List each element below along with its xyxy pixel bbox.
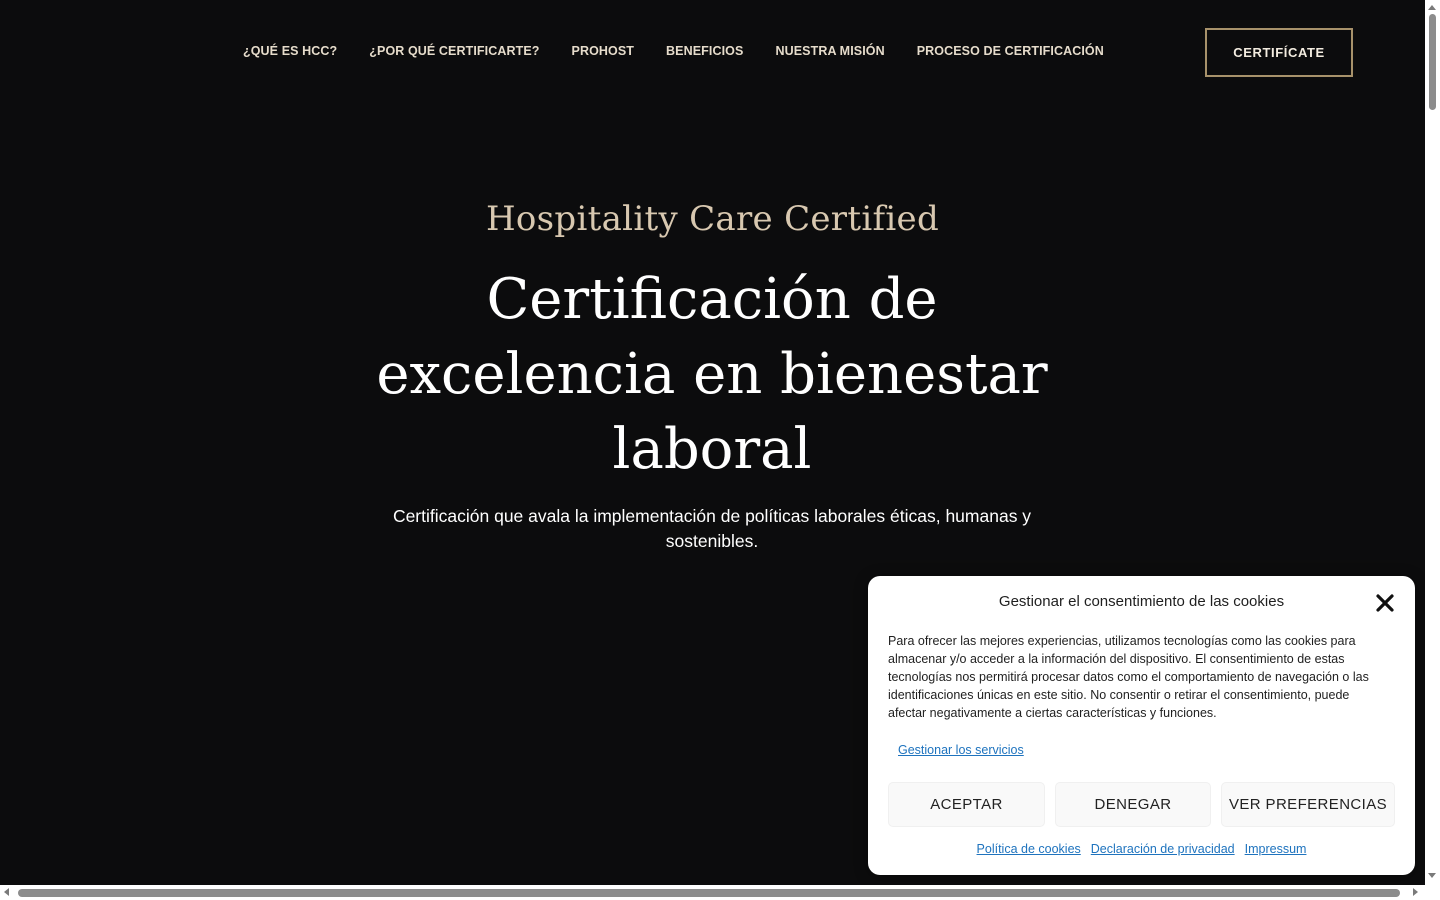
- impressum-link[interactable]: Impressum: [1245, 840, 1307, 858]
- close-icon[interactable]: [1374, 592, 1396, 614]
- nav-item-nuestra-mision[interactable]: NUESTRA MISIÓN: [775, 42, 884, 60]
- nav-item-prohost[interactable]: PROHOST: [572, 42, 635, 60]
- nav-item-por-que-certificarte[interactable]: ¿POR QUÉ CERTIFICARTE?: [369, 42, 539, 60]
- manage-services-link[interactable]: Gestionar los servicios: [898, 741, 1024, 759]
- hero-subtitle: Certificación que avala la implementació…: [392, 506, 1032, 551]
- cookie-dialog-title: Gestionar el consentimiento de las cooki…: [998, 593, 1285, 610]
- cookie-dialog-body: Para ofrecer las mejores experiencias, u…: [888, 634, 1369, 720]
- view-preferences-button[interactable]: VER PREFERENCIAS: [1221, 782, 1395, 827]
- cookie-policy-link[interactable]: Política de cookies: [977, 840, 1081, 858]
- vertical-scrollbar[interactable]: [1425, 0, 1440, 885]
- horizontal-scrollbar-thumb[interactable]: [18, 889, 1400, 897]
- nav-item-que-es-hcc[interactable]: ¿QUÉ ES HCC?: [243, 42, 337, 60]
- scroll-down-arrow-icon[interactable]: [1428, 873, 1436, 878]
- privacy-statement-link[interactable]: Declaración de privacidad: [1091, 840, 1235, 858]
- vertical-scrollbar-thumb[interactable]: [1429, 14, 1436, 110]
- main-nav: ¿QUÉ ES HCC? ¿POR QUÉ CERTIFICARTE? PROH…: [243, 42, 1104, 60]
- scroll-right-arrow-icon[interactable]: [1413, 888, 1418, 896]
- nav-item-beneficios[interactable]: BENEFICIOS: [666, 42, 743, 60]
- deny-button[interactable]: DENEGAR: [1055, 782, 1211, 827]
- scroll-left-arrow-icon[interactable]: [4, 888, 9, 896]
- page: ¿QUÉ ES HCC? ¿POR QUÉ CERTIFICARTE? PROH…: [0, 0, 1440, 900]
- accept-button[interactable]: ACEPTAR: [888, 782, 1045, 827]
- hero-title: Certificación de excelencia en bienestar…: [376, 267, 1048, 482]
- cookie-dialog-links: Política de cookies Declaración de priva…: [868, 840, 1415, 858]
- certificate-button[interactable]: CERTIFÍCATE: [1205, 28, 1353, 77]
- nav-item-proceso-de-certificacion[interactable]: PROCESO DE CERTIFICACIÓN: [917, 42, 1104, 60]
- horizontal-scrollbar[interactable]: [0, 885, 1440, 900]
- scroll-up-arrow-icon[interactable]: [1428, 5, 1436, 10]
- hero-eyebrow: Hospitality Care Certified: [485, 199, 940, 239]
- cookie-consent-dialog: Gestionar el consentimiento de las cooki…: [868, 576, 1415, 875]
